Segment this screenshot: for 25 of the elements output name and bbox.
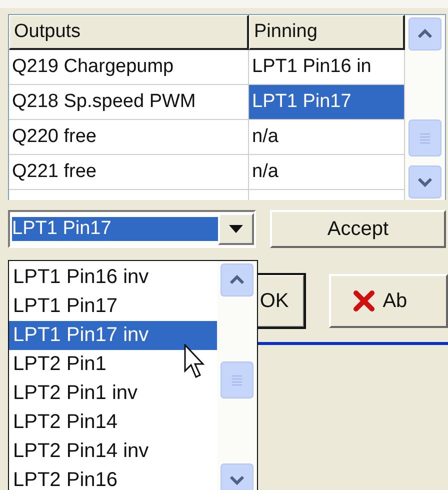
table-cell: LPT1 Pin16 in (249, 50, 405, 85)
scroll-down-button[interactable] (220, 463, 254, 490)
table-cell: Q219 Chargepump (9, 50, 249, 85)
dropdown-button[interactable] (218, 213, 254, 245)
mouse-pointer-icon (184, 344, 206, 380)
scroll-thumb[interactable] (408, 119, 442, 157)
table-cell: Q218 Sp.speed PWM (9, 85, 249, 120)
caret-icon (229, 225, 243, 233)
combo-value: LPT1 Pin17 (12, 217, 218, 241)
table-cell: n/a (249, 120, 405, 155)
scroll-up-button[interactable] (408, 17, 442, 51)
dropdown-option[interactable]: LPT1 Pin17 inv (9, 321, 217, 350)
table-cell: Q221 free (9, 155, 249, 190)
table-cell: LPT1 Pin17 (249, 85, 405, 120)
column-header[interactable]: Outputs (9, 15, 249, 50)
table-cell: n/a (249, 155, 405, 190)
table-cell: Q220 free (9, 120, 249, 155)
column-header[interactable]: Pinning (249, 15, 405, 50)
pinning-combo[interactable]: LPT1 Pin17 (8, 210, 256, 248)
abort-button[interactable]: Ab (328, 274, 448, 328)
scroll-thumb[interactable] (220, 361, 254, 399)
cross-icon (352, 290, 375, 312)
accept-button[interactable]: Accept (270, 210, 446, 248)
scroll-down-button[interactable] (408, 165, 442, 199)
scroll-up-button[interactable] (220, 263, 254, 297)
